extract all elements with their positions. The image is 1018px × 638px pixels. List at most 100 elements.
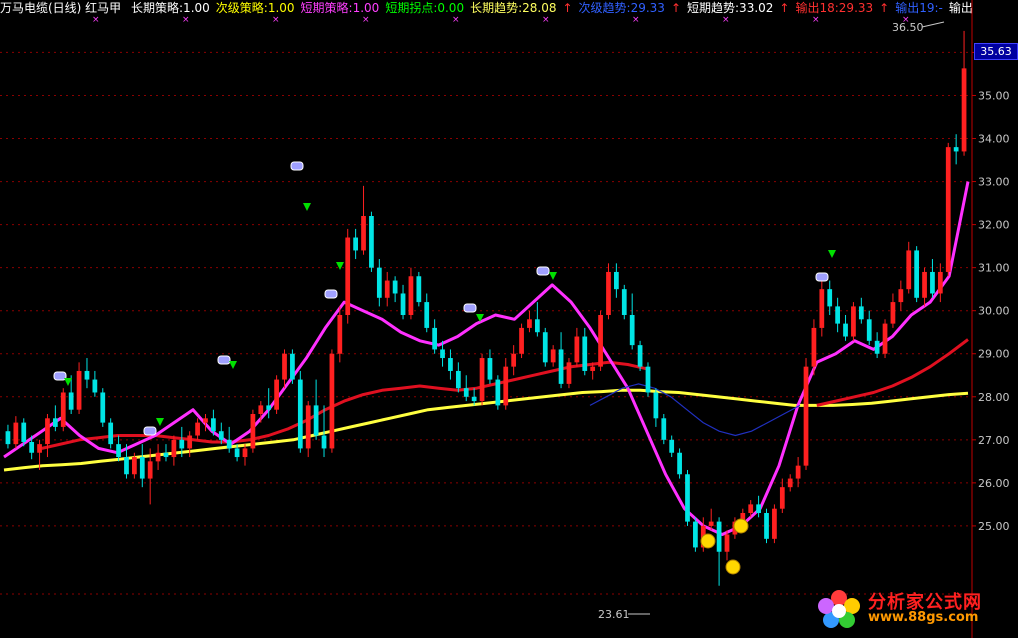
candle-body <box>329 353 335 449</box>
candle-body <box>914 250 920 298</box>
candle-body <box>519 327 524 354</box>
candle-body <box>29 441 35 453</box>
axis-tick-label: 27.00 <box>978 434 1010 447</box>
signal-cup-icon <box>324 289 338 299</box>
candle-body <box>851 306 856 337</box>
candle-body <box>606 271 611 315</box>
axis-tick-label: 25.00 <box>978 520 1010 533</box>
candle-body <box>266 405 272 410</box>
candle-body <box>392 280 398 294</box>
candle-layer <box>5 30 967 586</box>
candle-body <box>361 216 366 251</box>
candle-body <box>906 250 912 290</box>
candle-body <box>629 315 635 346</box>
ma-magenta-line <box>3 181 970 536</box>
down-arrow-icon <box>828 250 836 258</box>
candle-body <box>819 289 825 328</box>
candle-body <box>858 306 864 320</box>
candle-body <box>803 366 809 466</box>
candle-body <box>550 349 556 363</box>
watermark-url: www.88gs.com <box>868 610 979 625</box>
candle-body <box>108 422 114 445</box>
candle-body <box>68 392 74 410</box>
low-price-label: 23.61 <box>598 608 630 621</box>
candle-body <box>558 349 564 384</box>
smiley-icon <box>700 533 716 549</box>
axis-tick-label: 33.00 <box>978 176 1010 189</box>
axis-tick-label: 29.00 <box>978 348 1010 361</box>
candle-body <box>37 444 42 453</box>
candle-body <box>305 405 311 449</box>
candle-body <box>661 418 667 440</box>
candle-body <box>282 353 287 380</box>
candle-body <box>574 336 580 363</box>
candle-body <box>898 289 904 303</box>
candle-body <box>835 306 840 324</box>
candle-body <box>203 418 208 423</box>
signal-cup-icon <box>815 272 829 282</box>
grid-layer <box>0 51 972 595</box>
candle-body <box>400 293 406 315</box>
candle-body <box>811 327 817 367</box>
candle-body <box>440 349 445 359</box>
candle-body <box>937 271 943 294</box>
down-arrow-icon <box>336 262 344 270</box>
axis-tick-label: 26.00 <box>978 477 1010 490</box>
candle-body <box>495 379 501 406</box>
candlestick-chart: × × × × × × × × × × 25.0026.0027.0028.0029.0030.0… <box>0 0 1010 638</box>
down-arrow-icon <box>303 203 311 211</box>
candle-body <box>313 405 319 436</box>
candle-body <box>511 353 517 367</box>
candle-body <box>756 504 761 513</box>
candle-body <box>614 271 619 290</box>
candle-body <box>448 358 453 371</box>
axis-tick-label: 31.00 <box>978 262 1010 275</box>
candle-body <box>866 319 872 341</box>
cross-marker-icon: × <box>92 15 100 25</box>
candle-body <box>116 444 121 458</box>
candle-body <box>408 276 414 315</box>
candle-body <box>155 452 161 462</box>
candle-body <box>621 289 627 315</box>
signal-cup-icon <box>143 426 157 436</box>
candle-body <box>479 358 485 402</box>
candle-body <box>566 362 572 384</box>
candle-body <box>337 315 343 354</box>
candle-body <box>124 457 129 475</box>
candle-body <box>637 345 643 367</box>
signal-cup-icon <box>536 266 550 276</box>
candle-body <box>922 271 927 298</box>
candle-body <box>930 271 935 294</box>
candle-body <box>653 392 659 419</box>
cross-marker-icon: × <box>632 15 640 25</box>
axis-tick-label: 28.00 <box>978 391 1010 404</box>
price-axis: 25.00 26.00 27.00 28.00 29.00 30.00 31.00 32.00… <box>971 0 1010 638</box>
candle-body <box>369 216 374 268</box>
candle-body <box>234 448 240 458</box>
candle-body <box>772 508 777 539</box>
axis-tick-label: 30.00 <box>978 305 1010 318</box>
candle-body <box>542 332 548 363</box>
candle-body <box>669 439 675 453</box>
last-price-badge: 35.63 <box>974 43 1018 60</box>
candle-body <box>45 418 50 445</box>
candle-body <box>787 478 793 488</box>
candle-body <box>764 513 769 539</box>
candle-body <box>345 237 351 315</box>
candle-body <box>471 396 477 402</box>
candle-body <box>250 414 256 449</box>
candle-body <box>226 439 232 449</box>
candle-body <box>60 392 66 427</box>
candle-body <box>416 276 422 303</box>
axis-tick-label: 32.00 <box>978 219 1010 232</box>
signal-cup-icon <box>463 303 477 313</box>
axis-tick-label: 34.00 <box>978 133 1010 146</box>
candle-body <box>424 302 430 328</box>
candle-body <box>384 280 390 298</box>
candle-body <box>795 465 801 479</box>
candle-body <box>748 504 754 513</box>
cross-marker-icon: × <box>362 15 370 25</box>
candle-body <box>92 379 98 393</box>
candle-body <box>693 521 698 548</box>
candle-body <box>882 323 888 354</box>
